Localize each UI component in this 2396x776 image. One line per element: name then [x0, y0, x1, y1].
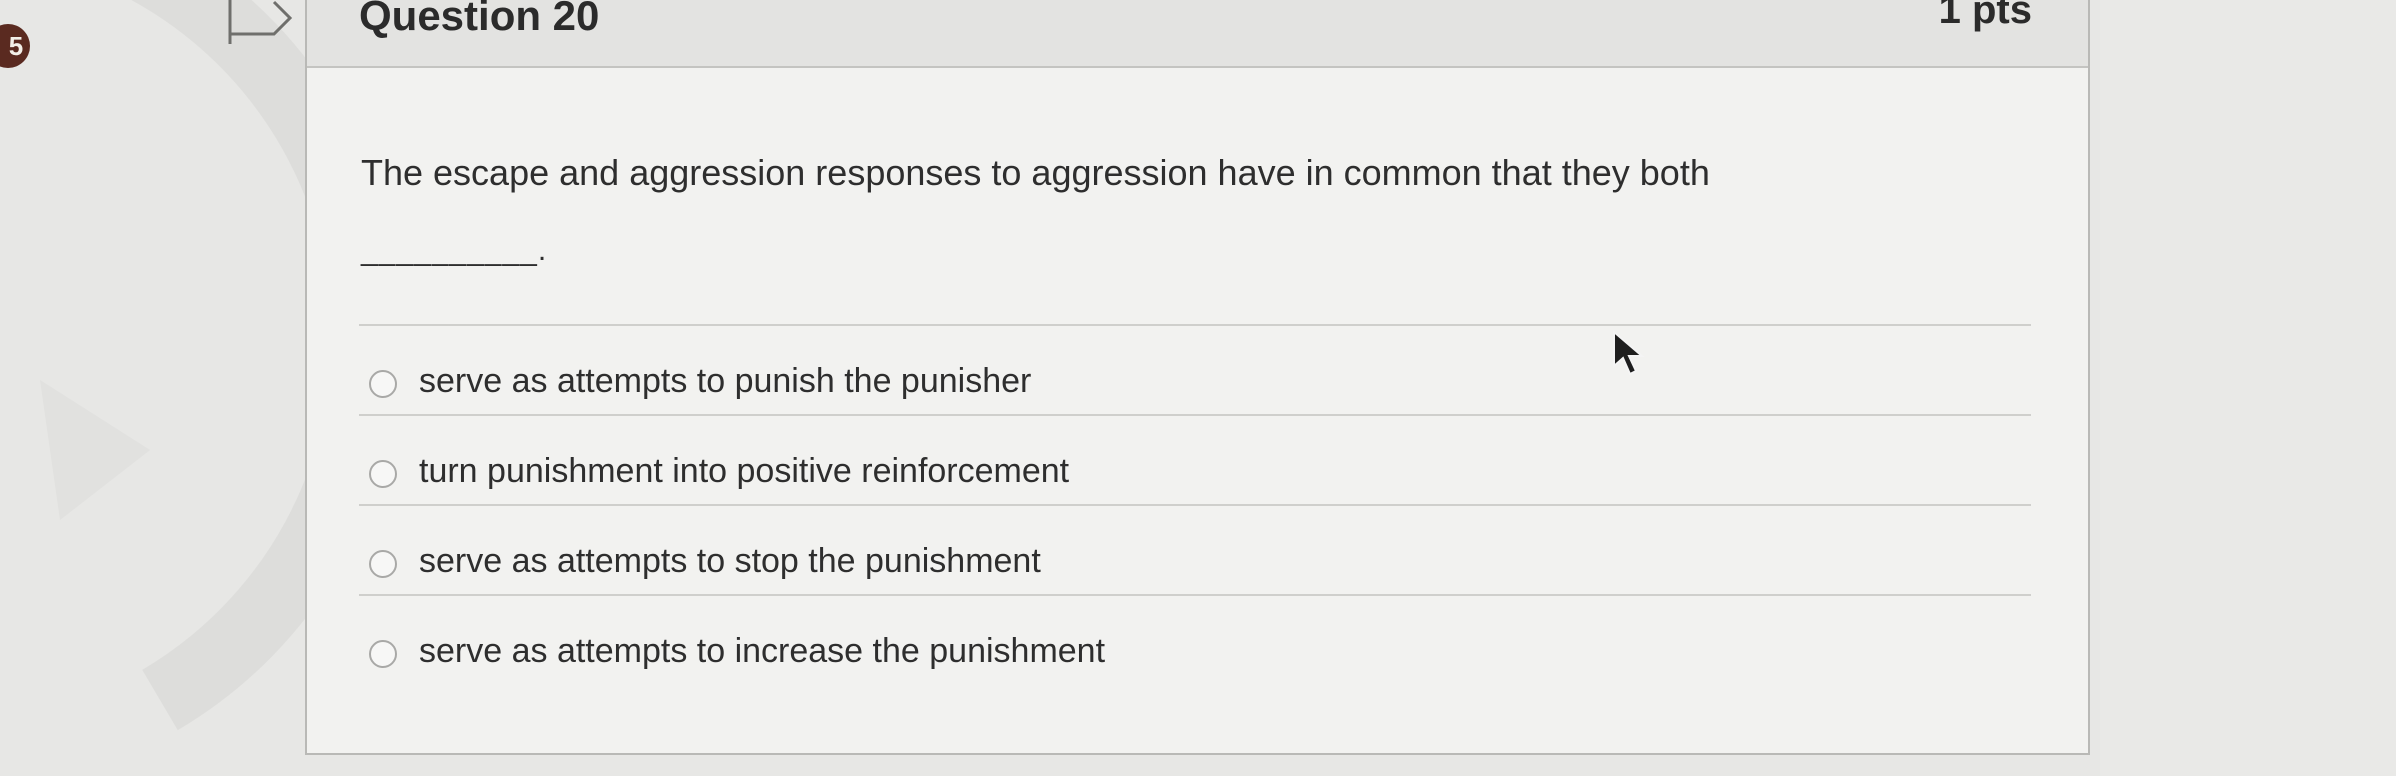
radio-unselected-icon[interactable] [369, 550, 397, 578]
question-number-badge-label: 5 [8, 31, 24, 61]
question-points: 1 pts [1938, 0, 2032, 32]
answer-option-label[interactable]: serve as attempts to punish the punisher [419, 362, 1031, 401]
answers-divider-top [359, 324, 2031, 326]
mouse-pointer-icon [1613, 330, 1645, 376]
answer-option-2[interactable]: turn punishment into positive reinforcem… [369, 450, 1969, 500]
answer-divider [359, 594, 2031, 596]
answer-option-label[interactable]: turn punishment into positive reinforcem… [419, 452, 1069, 491]
answer-option-label[interactable]: serve as attempts to increase the punish… [419, 632, 1105, 671]
question-header: Question 20 1 pts [307, 0, 2088, 68]
question-text: The escape and aggression responses to a… [361, 152, 1710, 193]
radio-unselected-icon[interactable] [369, 640, 397, 668]
answer-option-3[interactable]: serve as attempts to stop the punishment [369, 540, 1969, 590]
answer-divider [359, 504, 2031, 506]
question-card: Question 20 1 pts The escape and aggress… [305, 0, 2090, 755]
question-blank: __________. [361, 234, 548, 267]
answer-option-label[interactable]: serve as attempts to stop the punishment [419, 542, 1041, 581]
flag-outline-icon[interactable] [226, 0, 296, 44]
radio-unselected-icon[interactable] [369, 370, 397, 398]
answer-divider [359, 414, 2031, 416]
radio-unselected-icon[interactable] [369, 460, 397, 488]
answer-option-1[interactable]: serve as attempts to punish the punisher [369, 360, 1969, 410]
answer-option-4[interactable]: serve as attempts to increase the punish… [369, 630, 1969, 680]
question-title: Question 20 [359, 0, 600, 39]
